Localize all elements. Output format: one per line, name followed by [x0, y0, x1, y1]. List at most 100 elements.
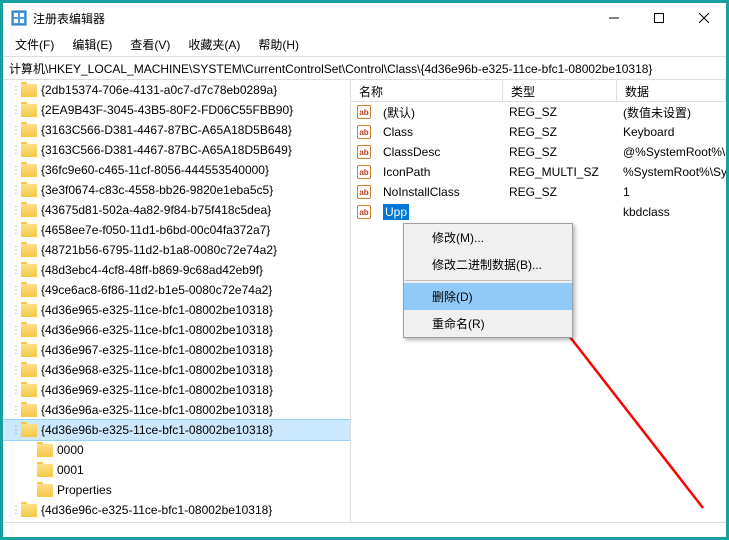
tree-item-label: {2db15374-706e-4131-a0c7-d7c78eb0289a} [41, 83, 277, 97]
folder-icon [21, 104, 37, 117]
folder-icon [21, 264, 37, 277]
reg-string-icon: ab [357, 185, 371, 199]
app-window: 注册表编辑器 文件(F) 编辑(E) 查看(V) 收藏夹(A) 帮助(H) 计算… [0, 0, 729, 540]
context-separator [405, 280, 571, 281]
col-name-header[interactable]: 名称 [351, 80, 503, 101]
folder-icon [21, 304, 37, 317]
folder-icon [21, 424, 37, 437]
context-delete[interactable]: 删除(D) [404, 283, 572, 310]
tree-item[interactable]: ⋮{4d36e96c-e325-11ce-bfc1-08002be10318} [3, 500, 350, 520]
tree-item[interactable]: ⋮{3163C566-D381-4467-87BC-A65A18D5B649} [3, 140, 350, 160]
tree-item[interactable]: ⋮{2EA9B43F-3045-43B5-80F2-FD06C55FBB90} [3, 100, 350, 120]
tree-item[interactable]: ⋮{2db15374-706e-4131-a0c7-d7c78eb0289a} [3, 80, 350, 100]
tree-item[interactable]: 0000 [3, 440, 350, 460]
address-bar[interactable]: 计算机\HKEY_LOCAL_MACHINE\SYSTEM\CurrentCon… [3, 56, 726, 80]
tree-item-label: {4d36e965-e325-11ce-bfc1-08002be10318} [41, 303, 273, 317]
tree-item-label: {4d36e96b-e325-11ce-bfc1-08002be10318} [41, 423, 273, 437]
tree-item-label: {43675d81-502a-4a82-9f84-b75f418c5dea} [41, 203, 271, 217]
value-type: REG_SZ [501, 143, 615, 161]
tree-item-label: {4d36e966-e325-11ce-bfc1-08002be10318} [41, 323, 273, 337]
folder-icon [21, 184, 37, 197]
value-row[interactable]: abNoInstallClassREG_SZ1 [351, 182, 726, 202]
value-row[interactable]: abIconPathREG_MULTI_SZ%SystemRoot%\Sys [351, 162, 726, 182]
value-row[interactable]: ab(默认)REG_SZ(数值未设置) [351, 102, 726, 122]
tree-item-label: {4658ee7e-f050-11d1-b6bd-00c04fa372a7} [41, 223, 270, 237]
value-data: Keyboard [615, 123, 726, 141]
app-icon [11, 10, 27, 26]
value-data: kbdclass [615, 203, 726, 221]
menu-favorites[interactable]: 收藏夹(A) [180, 34, 248, 55]
value-name: (默认) [375, 102, 501, 123]
folder-icon [37, 464, 53, 477]
context-modify[interactable]: 修改(M)... [404, 224, 572, 251]
value-row[interactable]: ab ClassDescREG_SZ@%SystemRoot%\S [351, 142, 726, 162]
col-type-header[interactable]: 类型 [503, 80, 617, 101]
tree-item[interactable]: ⋮{4d36e96a-e325-11ce-bfc1-08002be10318} [3, 400, 350, 420]
menubar: 文件(F) 编辑(E) 查看(V) 收藏夹(A) 帮助(H) [3, 33, 726, 56]
tree-item-label: {3163C566-D381-4467-87BC-A65A18D5B649} [41, 143, 292, 157]
menu-help[interactable]: 帮助(H) [250, 34, 307, 55]
tree-item[interactable]: ⋮{4d36e967-e325-11ce-bfc1-08002be10318} [3, 340, 350, 360]
tree-item-label: {3e3f0674-c83c-4558-bb26-9820e1eba5c5} [41, 183, 273, 197]
menu-edit[interactable]: 编辑(E) [64, 34, 120, 55]
menu-file[interactable]: 文件(F) [7, 34, 62, 55]
tree-item[interactable]: Properties [3, 480, 350, 500]
tree-item[interactable]: ⋮{4d36e96b-e325-11ce-bfc1-08002be10318} [3, 420, 350, 440]
reg-string-icon: ab [357, 165, 371, 179]
tree-item-label: {3163C566-D381-4467-87BC-A65A18D5B648} [41, 123, 292, 137]
folder-icon [21, 244, 37, 257]
tree-item-label: {2EA9B43F-3045-43B5-80F2-FD06C55FBB90} [41, 103, 293, 117]
close-button[interactable] [681, 3, 726, 33]
folder-icon [37, 484, 53, 497]
folder-icon [21, 124, 37, 137]
tree-item-label: {48721b56-6795-11d2-b1a8-0080c72e74a2} [41, 243, 277, 257]
tree-item[interactable]: ⋮{48721b56-6795-11d2-b1a8-0080c72e74a2} [3, 240, 350, 260]
statusbar [3, 522, 726, 534]
tree-item[interactable]: 0001 [3, 460, 350, 480]
col-data-header[interactable]: 数据 [617, 80, 726, 101]
folder-icon [21, 364, 37, 377]
tree-item[interactable]: ⋮{4d36e965-e325-11ce-bfc1-08002be10318} [3, 300, 350, 320]
reg-string-icon: ab [357, 205, 371, 219]
tree-item-label: {4d36e96c-e325-11ce-bfc1-08002be10318} [41, 503, 272, 517]
tree-item[interactable]: ⋮{3163C566-D381-4467-87BC-A65A18D5B648} [3, 120, 350, 140]
address-text: 计算机\HKEY_LOCAL_MACHINE\SYSTEM\CurrentCon… [9, 60, 652, 77]
registry-tree[interactable]: ⋮{2db15374-706e-4131-a0c7-d7c78eb0289a}⋮… [3, 80, 350, 522]
folder-icon [37, 444, 53, 457]
reg-string-icon: ab [357, 145, 371, 159]
value-type: REG_SZ [501, 183, 615, 201]
value-row[interactable]: abUppkbdclass [351, 202, 726, 222]
folder-icon [21, 84, 37, 97]
value-name: ClassDesc [375, 143, 501, 161]
window-controls [591, 3, 726, 33]
tree-item[interactable]: ⋮{43675d81-502a-4a82-9f84-b75f418c5dea} [3, 200, 350, 220]
tree-item[interactable]: ⋮{36fc9e60-c465-11cf-8056-444553540000} [3, 160, 350, 180]
value-row[interactable]: abClassREG_SZKeyboard [351, 122, 726, 142]
list-header: 名称 类型 数据 [351, 80, 726, 102]
tree-item-label: 0000 [57, 443, 84, 457]
tree-item[interactable]: ⋮{4d36e969-e325-11ce-bfc1-08002be10318} [3, 380, 350, 400]
context-menu: 修改(M)... 修改二进制数据(B)... 删除(D) 重命名(R) [403, 223, 573, 338]
value-type: REG_SZ [501, 103, 615, 121]
minimize-button[interactable] [591, 3, 636, 33]
value-data: %SystemRoot%\Sys [615, 163, 726, 181]
value-data: (数值未设置) [615, 102, 726, 123]
context-modify-binary[interactable]: 修改二进制数据(B)... [404, 251, 572, 278]
tree-item[interactable]: ⋮{4658ee7e-f050-11d1-b6bd-00c04fa372a7} [3, 220, 350, 240]
menu-view[interactable]: 查看(V) [122, 34, 178, 55]
tree-item[interactable]: ⋮{4d36e966-e325-11ce-bfc1-08002be10318} [3, 320, 350, 340]
tree-item-label: {4d36e969-e325-11ce-bfc1-08002be10318} [41, 383, 273, 397]
context-rename[interactable]: 重命名(R) [404, 310, 572, 337]
value-type: REG_SZ [501, 123, 615, 141]
maximize-button[interactable] [636, 3, 681, 33]
tree-item[interactable]: ⋮{4d36e968-e325-11ce-bfc1-08002be10318} [3, 360, 350, 380]
value-data: @%SystemRoot%\S [615, 143, 726, 161]
folder-icon [21, 344, 37, 357]
value-data: 1 [615, 183, 726, 201]
folder-icon [21, 204, 37, 217]
tree-item-label: Properties [57, 483, 112, 497]
tree-item[interactable]: ⋮{3e3f0674-c83c-4558-bb26-9820e1eba5c5} [3, 180, 350, 200]
tree-item[interactable]: ⋮{49ce6ac8-6f86-11d2-b1e5-0080c72e74a2} [3, 280, 350, 300]
tree-item[interactable]: ⋮{48d3ebc4-4cf8-48ff-b869-9c68ad42eb9f} [3, 260, 350, 280]
folder-icon [21, 164, 37, 177]
